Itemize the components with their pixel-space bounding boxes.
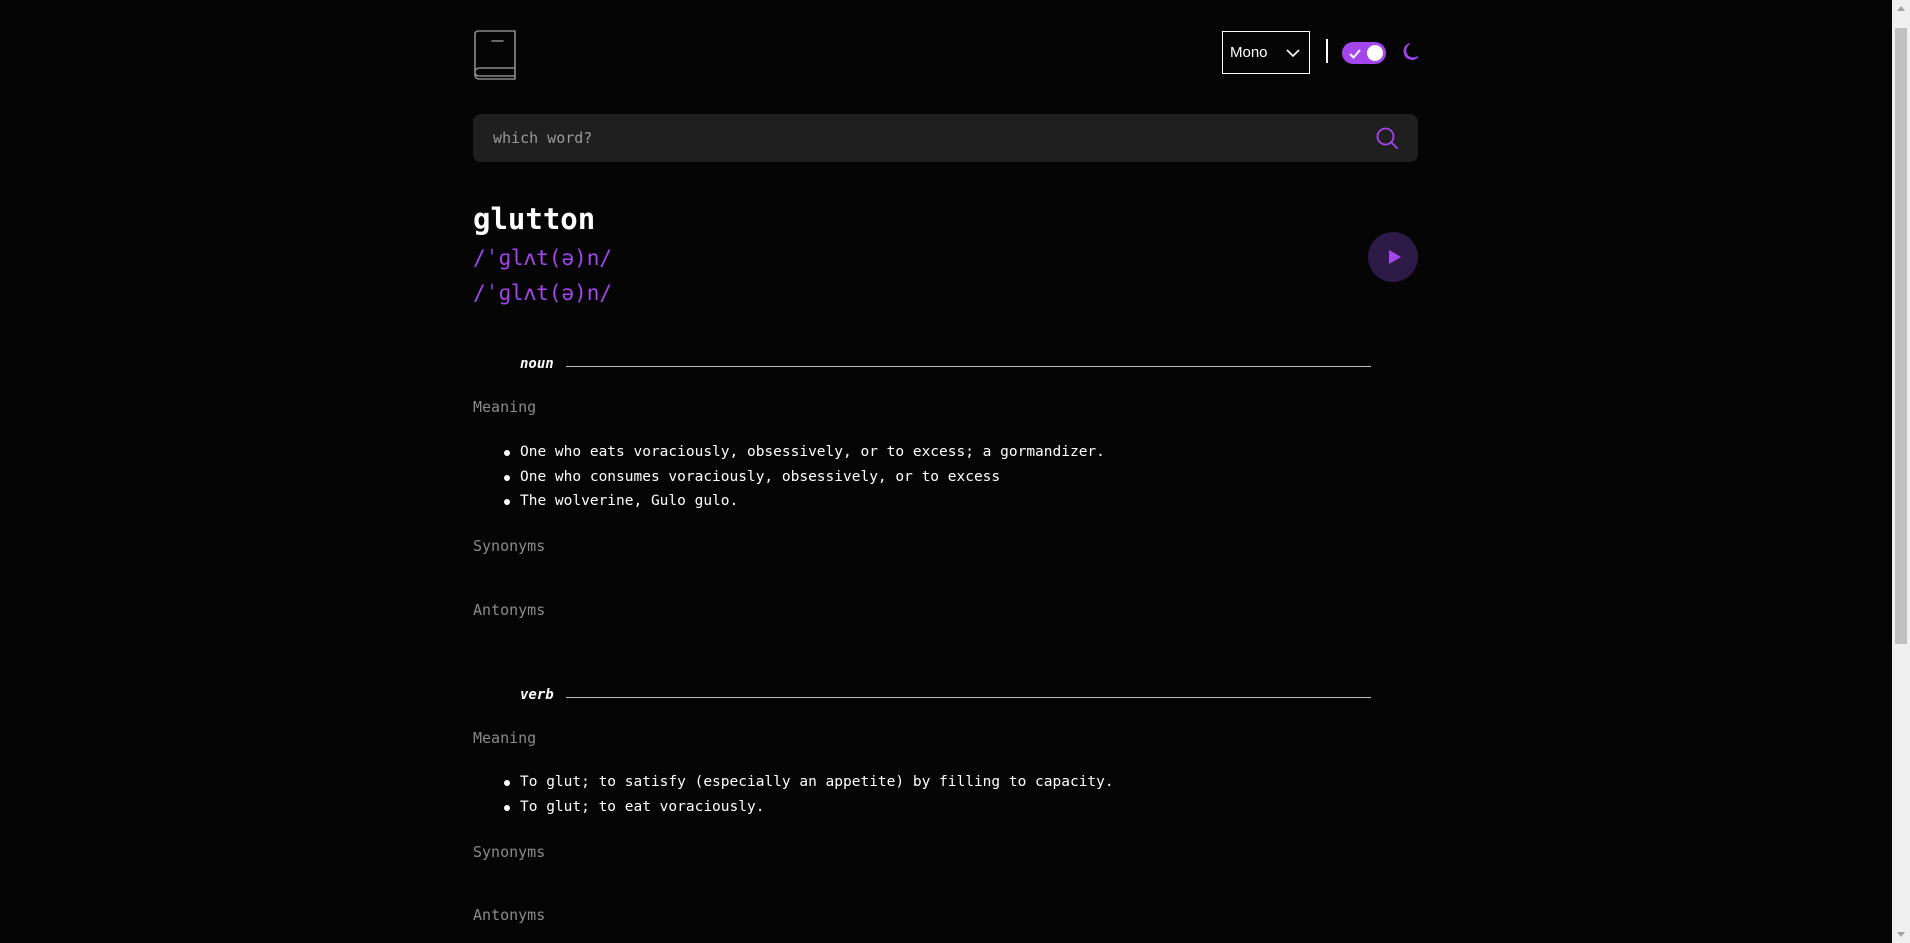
check-icon <box>1348 46 1362 65</box>
divider-line <box>566 366 1371 367</box>
meaning-label: Meaning <box>473 398 537 416</box>
part-of-speech-label: noun <box>520 356 554 372</box>
definition-list: To glut; to satisfy (especially an appet… <box>504 770 1114 820</box>
book-icon[interactable] <box>473 30 517 80</box>
theme-toggle[interactable] <box>1342 42 1386 64</box>
font-select[interactable]: Mono <box>1222 31 1310 74</box>
definition-item: To glut; to satisfy (especially an appet… <box>504 770 1114 795</box>
scrollbar-thumb[interactable] <box>1895 28 1907 644</box>
header-divider <box>1326 39 1328 63</box>
font-select-value: Mono <box>1230 44 1268 61</box>
definition-item: One who consumes voraciously, obsessivel… <box>504 465 1105 490</box>
definition-item: The wolverine, Gulo gulo. <box>504 489 1105 514</box>
part-of-speech-label: verb <box>520 687 554 703</box>
chevron-down-icon <box>1286 45 1300 62</box>
definition-item: To glut; to eat voraciously. <box>504 795 1114 820</box>
header: Mono <box>473 28 1419 80</box>
synonyms-label: Synonyms <box>473 537 546 555</box>
phonetic-text: /ˈɡlʌt(ə)n/ <box>473 246 613 270</box>
phonetic-text: /ˈɡlʌt(ə)n/ <box>473 281 613 305</box>
play-icon <box>1389 250 1401 264</box>
search-icon[interactable] <box>1376 127 1398 153</box>
definition-list: One who eats voraciously, obsessively, o… <box>504 440 1105 514</box>
search-bar <box>473 114 1418 162</box>
search-input[interactable] <box>473 114 1353 162</box>
scroll-up-icon[interactable] <box>1897 6 1905 11</box>
part-of-speech-noun: noun <box>520 356 1371 376</box>
moon-icon <box>1401 42 1419 66</box>
toggle-knob <box>1367 45 1383 61</box>
part-of-speech-verb: verb <box>520 687 1371 707</box>
antonyms-label: Antonyms <box>473 906 546 924</box>
divider-line <box>566 697 1371 698</box>
play-audio-button[interactable] <box>1368 232 1418 282</box>
page-scrollbar[interactable] <box>1892 0 1910 943</box>
scroll-down-icon[interactable] <box>1897 932 1905 937</box>
synonyms-label: Synonyms <box>473 843 546 861</box>
definition-item: One who eats voraciously, obsessively, o… <box>504 440 1105 465</box>
meaning-label: Meaning <box>473 729 537 747</box>
antonyms-label: Antonyms <box>473 601 546 619</box>
word-title: glutton <box>473 202 596 236</box>
